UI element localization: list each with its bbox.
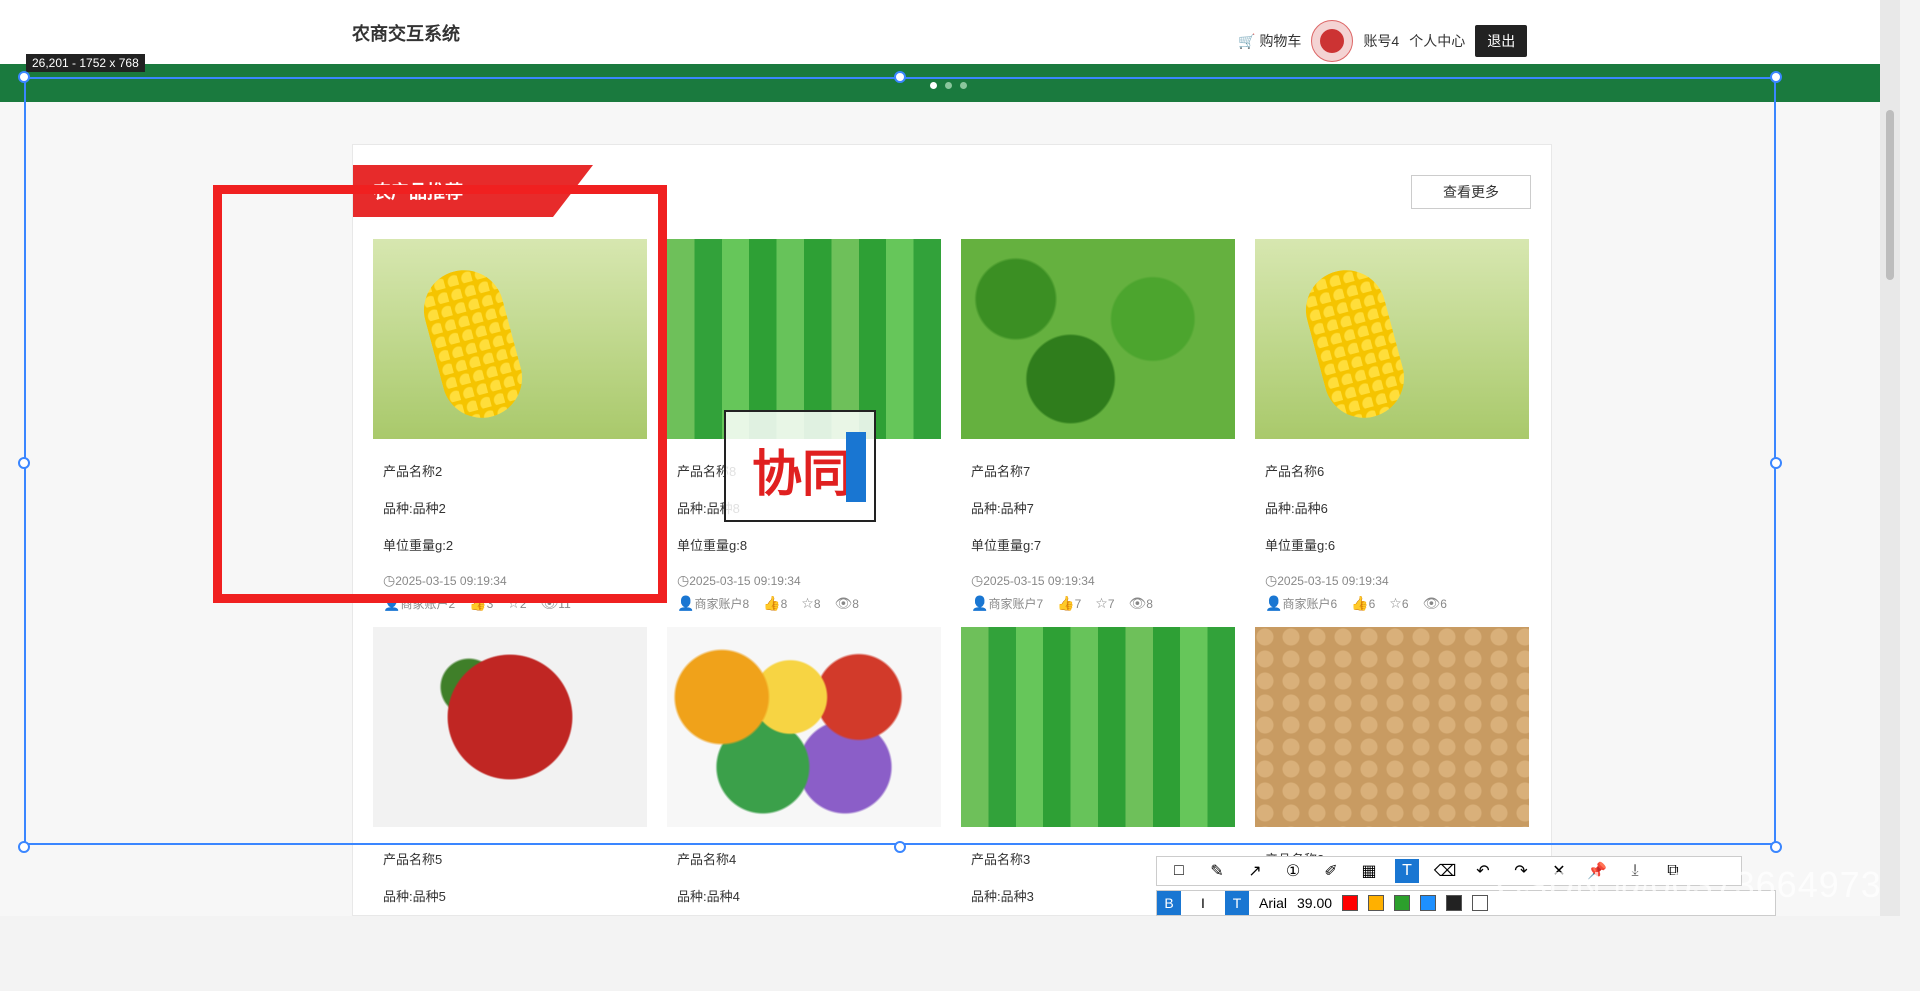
color-swatch-white[interactable] — [1472, 895, 1489, 911]
resize-handle-bottom-center[interactable] — [894, 841, 906, 853]
resize-handle-top-right[interactable] — [1770, 71, 1782, 83]
color-swatch-orange[interactable] — [1368, 895, 1385, 911]
resize-handle-middle-left[interactable] — [18, 457, 30, 469]
cart-label: 购物车 — [1259, 33, 1302, 49]
color-swatch-blue[interactable] — [1420, 895, 1437, 911]
resize-handle-middle-right[interactable] — [1770, 457, 1782, 469]
account-label: 账号4 — [1363, 33, 1400, 49]
pen-icon[interactable]: ✎ — [1205, 859, 1229, 883]
text-annotation-box[interactable]: 协同 — [724, 410, 876, 522]
watermark-text: CSDN @00373664973 — [1496, 864, 1882, 905]
annotation-text: 协同 — [752, 446, 852, 502]
font-size-input[interactable]: 39.00 — [1297, 895, 1332, 911]
strike-button[interactable]: T — [1225, 891, 1249, 915]
logout-button[interactable]: 退出 — [1475, 25, 1528, 57]
color-swatch-black[interactable] — [1446, 895, 1463, 911]
shape-icon[interactable]: □ — [1167, 859, 1191, 883]
product-variety: 品种:品种4 — [677, 889, 740, 904]
cart-icon: 🛒 — [1238, 32, 1256, 49]
resize-handle-bottom-left[interactable] — [18, 841, 30, 853]
number-icon[interactable]: ① — [1281, 859, 1305, 883]
product-variety: 品种:品种5 — [383, 889, 446, 904]
resize-handle-top-left[interactable] — [18, 71, 30, 83]
bold-button[interactable]: B — [1157, 891, 1181, 915]
color-swatch-green[interactable] — [1394, 895, 1411, 911]
resize-handle-bottom-right[interactable] — [1770, 841, 1782, 853]
arrow-icon[interactable]: ↗ — [1243, 859, 1267, 883]
annotation-rectangle[interactable] — [213, 185, 667, 603]
mosaic-icon[interactable]: ▦ — [1357, 859, 1381, 883]
undo-icon[interactable]: ↶ — [1471, 859, 1495, 883]
product-name: 产品名称5 — [383, 852, 443, 867]
site-brand[interactable]: 农商交互系统 — [352, 20, 460, 46]
cart-link[interactable]: 🛒 购物车 — [1238, 31, 1301, 51]
top-navigation: 农商交互系统 🛒 购物车 账号4 个人中心 退出 — [0, 0, 1900, 64]
text-tool-icon[interactable]: T — [1395, 859, 1419, 883]
scroll-thumb[interactable] — [1886, 110, 1894, 280]
page-scrollbar[interactable] — [1880, 0, 1900, 916]
product-name: 产品名称4 — [677, 852, 737, 867]
eraser-icon[interactable]: ⌫ — [1433, 859, 1457, 883]
resize-handle-top-center[interactable] — [894, 71, 906, 83]
text-cursor — [846, 432, 866, 502]
font-name-select[interactable]: Arial — [1259, 895, 1287, 911]
italic-button[interactable]: I — [1191, 891, 1215, 915]
personal-center-link[interactable]: 个人中心 — [1409, 31, 1465, 51]
color-swatch-red[interactable] — [1342, 895, 1359, 911]
marker-icon[interactable]: ✐ — [1319, 859, 1343, 883]
user-nav: 🛒 购物车 账号4 个人中心 退出 — [1238, 20, 1528, 62]
avatar[interactable] — [1311, 20, 1354, 62]
selection-size-label: 26,201 - 1752 x 768 — [26, 54, 145, 72]
